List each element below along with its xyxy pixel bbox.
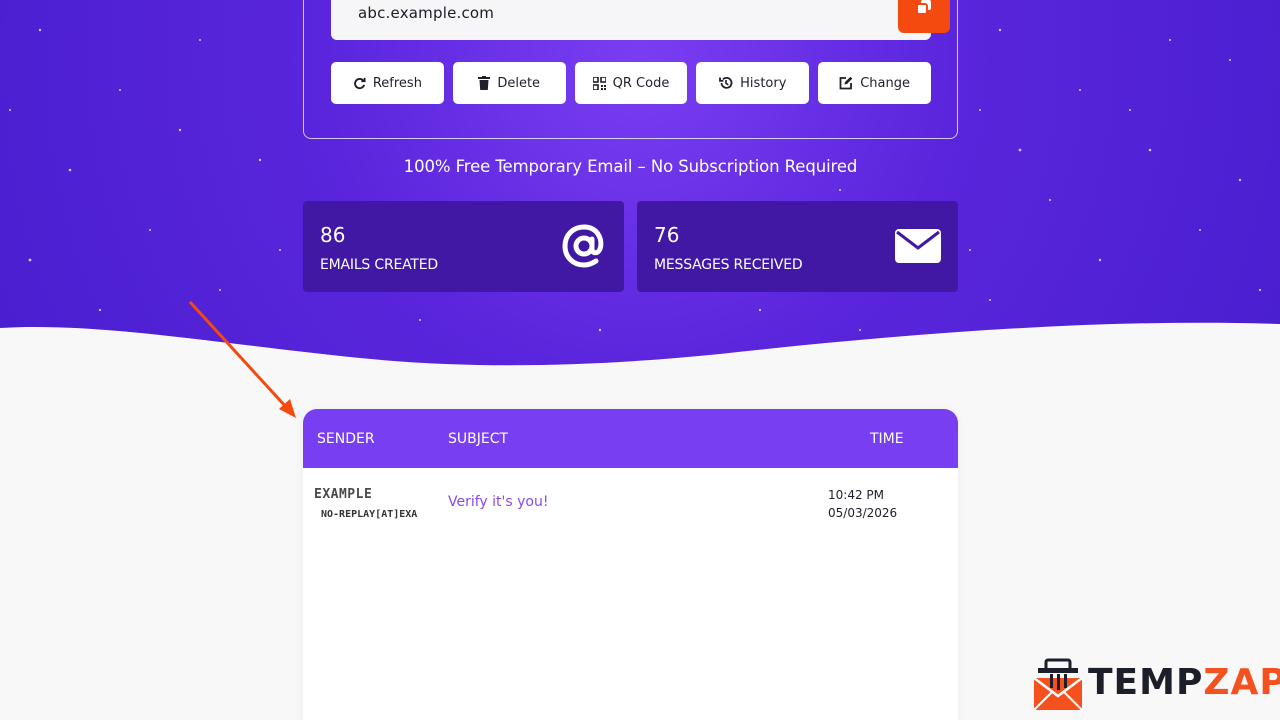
stat-label: MESSAGES RECEIVED xyxy=(654,257,803,273)
refresh-button[interactable]: Refresh xyxy=(331,62,444,104)
delete-button[interactable]: Delete xyxy=(452,62,566,104)
envelope-logo-icon xyxy=(1033,658,1083,711)
refresh-icon xyxy=(353,77,366,89)
message-time: 10:42 PM 05/03/2026 xyxy=(828,486,897,522)
brand-zap: ZAP xyxy=(1203,662,1280,703)
at-sign-icon xyxy=(562,224,604,268)
change-button[interactable]: Change xyxy=(818,62,931,104)
stat-emails-created: 86 EMAILS CREATED xyxy=(303,201,624,292)
history-label: History xyxy=(740,75,787,91)
email-address-field[interactable]: abc.example.com xyxy=(331,0,931,40)
stat-messages-received: 76 MESSAGES RECEIVED xyxy=(637,201,958,292)
email-address-text: abc.example.com xyxy=(358,4,495,22)
inbox-table: SENDER SUBJECT TIME EXAMPLE NO-REPLAY[AT… xyxy=(303,409,958,720)
brand-temp: TEMP xyxy=(1088,662,1204,703)
sender-email: NO-REPLAY[AT]EXA xyxy=(321,509,418,520)
column-time: TIME xyxy=(870,431,904,447)
copy-icon xyxy=(916,0,931,15)
stat-value: 86 xyxy=(320,223,346,247)
table-row[interactable]: EXAMPLE NO-REPLAY[AT]EXA Verify it's you… xyxy=(303,468,958,538)
change-label: Change xyxy=(860,75,910,91)
stat-value: 76 xyxy=(654,223,680,247)
history-button[interactable]: History xyxy=(696,62,810,104)
qr-code-label: QR Code xyxy=(612,75,670,91)
qr-code-icon xyxy=(592,76,606,90)
message-time-value: 10:42 PM xyxy=(828,488,884,502)
message-subject[interactable]: Verify it's you! xyxy=(448,494,548,510)
action-bar: Refresh Delete QR Code History Change xyxy=(331,62,931,104)
inbox-header: SENDER SUBJECT TIME xyxy=(303,409,958,468)
email-card: abc.example.com Refresh Delete QR Code H… xyxy=(303,0,958,139)
sender-name: EXAMPLE xyxy=(314,487,373,502)
edit-icon xyxy=(839,76,853,90)
column-sender: SENDER xyxy=(317,431,375,447)
qr-code-button[interactable]: QR Code xyxy=(574,62,688,104)
stat-label: EMAILS CREATED xyxy=(320,257,438,273)
envelope-icon xyxy=(895,229,941,263)
delete-label: Delete xyxy=(497,75,541,91)
column-subject: SUBJECT xyxy=(448,431,509,447)
copy-button[interactable] xyxy=(898,0,950,33)
history-icon xyxy=(719,76,733,89)
refresh-label: Refresh xyxy=(372,75,422,91)
brand-wordmark: TEMPZAP xyxy=(1088,662,1280,703)
brand-logo: TEMPZAP xyxy=(1032,658,1280,714)
tagline: 100% Free Temporary Email – No Subscript… xyxy=(403,157,858,176)
message-date-value: 05/03/2026 xyxy=(828,506,898,520)
trash-icon xyxy=(478,76,491,90)
